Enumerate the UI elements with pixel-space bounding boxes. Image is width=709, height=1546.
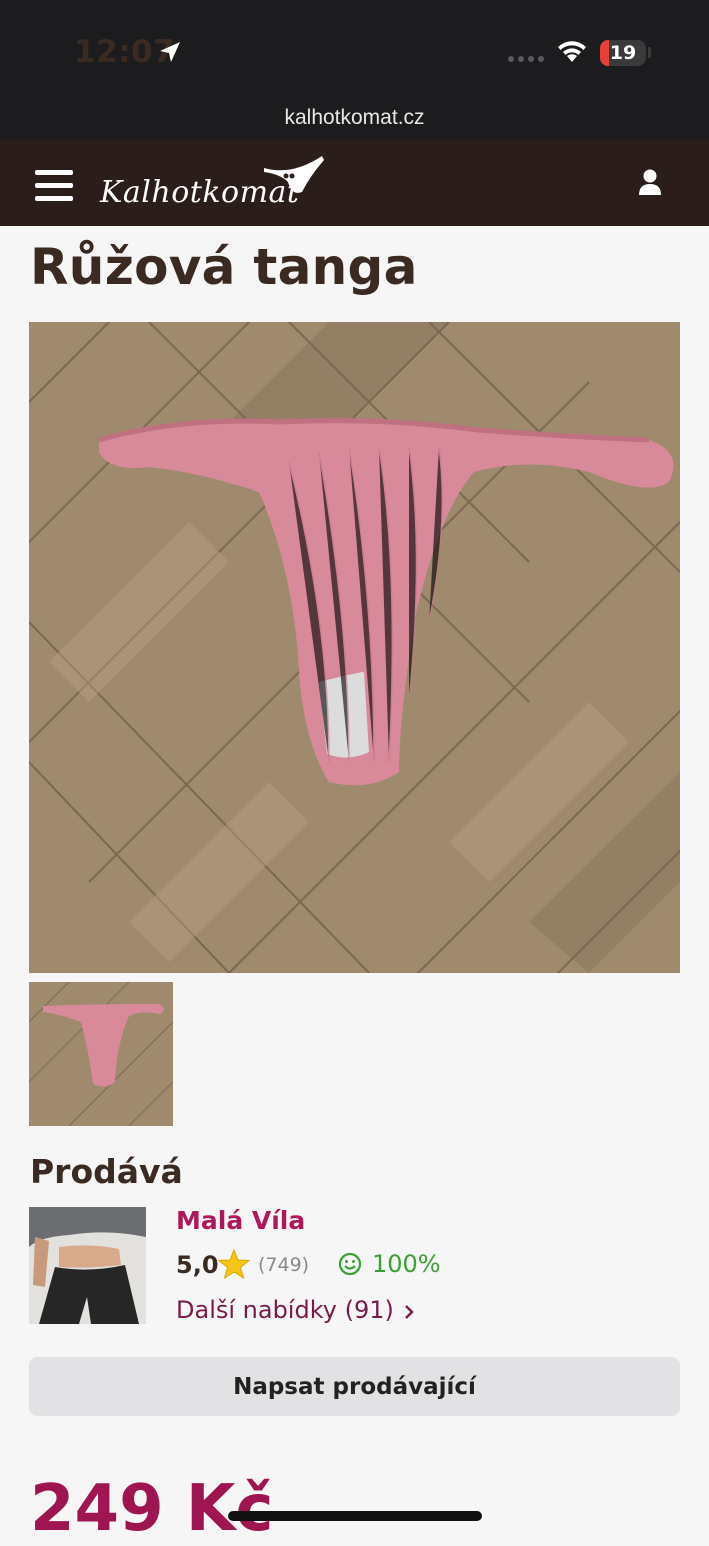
seller-name[interactable]: Malá Víla bbox=[176, 1206, 305, 1235]
battery-nub bbox=[648, 47, 651, 58]
wifi-icon bbox=[558, 41, 586, 62]
location-arrow-icon bbox=[160, 42, 180, 62]
user-icon[interactable] bbox=[638, 168, 662, 196]
product-main-image[interactable] bbox=[29, 322, 680, 973]
product-thumbnail[interactable] bbox=[29, 982, 173, 1126]
message-seller-button[interactable]: Napsat prodávající bbox=[29, 1357, 680, 1416]
seller-satisfaction: 100% bbox=[372, 1250, 441, 1278]
more-offers-link[interactable]: Další nabídky (91) bbox=[176, 1296, 394, 1324]
product-price: 249 Kč bbox=[30, 1472, 274, 1546]
star-icon bbox=[218, 1248, 250, 1280]
battery-level: 19 bbox=[609, 42, 637, 64]
seller-review-count: (749) bbox=[258, 1254, 310, 1276]
url-text[interactable]: kalhotkomat.cz bbox=[0, 106, 709, 130]
product-title: Růžová tanga bbox=[30, 238, 418, 296]
smile-icon bbox=[338, 1252, 362, 1276]
chevron-right-icon[interactable] bbox=[402, 1302, 416, 1322]
seller-heading: Prodává bbox=[30, 1152, 183, 1191]
seller-rating: 5,0 bbox=[176, 1251, 219, 1279]
hamburger-icon[interactable] bbox=[35, 170, 73, 202]
thong-logo-icon bbox=[264, 156, 324, 193]
cellular-signal-icon bbox=[508, 56, 544, 62]
home-indicator bbox=[228, 1511, 482, 1521]
battery-icon: 19 bbox=[600, 40, 646, 66]
seller-avatar[interactable] bbox=[29, 1207, 146, 1324]
